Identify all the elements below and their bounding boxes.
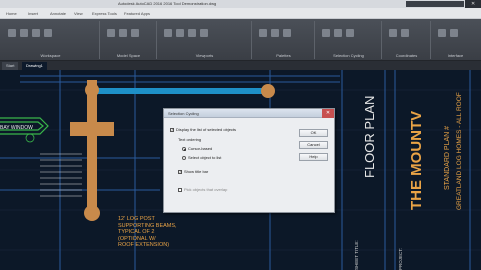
help-button[interactable]: Help	[299, 153, 328, 161]
menu-item-express-tools[interactable]: Express Tools	[92, 8, 117, 19]
dialog-title-bar[interactable]: Selection Cycling ✕	[164, 109, 334, 118]
static-label: Select object to list	[188, 155, 222, 160]
ribbon-group-label: Coordinates	[395, 53, 418, 58]
menu-item-view[interactable]: View	[74, 8, 83, 19]
cursor-option[interactable]: Cursor-based	[182, 146, 212, 152]
sheet-title-label: SHEET TITLE:	[354, 240, 359, 270]
display-cycling-option[interactable]: Display the list of selected objects	[170, 127, 236, 133]
drawing-tabs: Start Drawing1	[0, 61, 481, 70]
title-bar: Autodesk AutoCAD 2016 2016 Tool Demonstr…	[0, 0, 481, 8]
floor-plan-title: FLOOR PLAN	[362, 95, 377, 178]
close-icon[interactable]: ✕	[322, 109, 334, 118]
post-note: 12' LOG POST SUPPORTING BEAMS, TYPICAL O…	[118, 216, 177, 249]
cycle-overlap-option[interactable]: Pick objects that overlap	[178, 187, 227, 193]
ribbon-group-label: Workspace	[40, 53, 61, 58]
cycle-overlap-checkbox[interactable]	[178, 187, 182, 192]
display-cycling-checkbox[interactable]	[170, 127, 174, 133]
tab-start[interactable]: Start	[2, 62, 19, 70]
post-circle-top	[85, 83, 99, 97]
cancel-button[interactable]: Cancel	[299, 141, 328, 149]
ok-button[interactable]: OK	[299, 129, 328, 137]
post-note-line: ROOF EXTENSION)	[118, 242, 170, 248]
static-radio[interactable]	[182, 155, 186, 160]
interface-icons	[436, 25, 475, 45]
ribbon-group-label: Interface	[447, 53, 464, 58]
show-title-label: Show title bar	[184, 169, 209, 174]
show-title-option[interactable]: Show title bar	[178, 169, 208, 175]
ribbon-group-label: Selection Cycling	[333, 53, 364, 58]
ribbon-group-model-space[interactable]: Model Space	[101, 21, 157, 59]
post-bracket	[70, 122, 114, 136]
bay-window-label: BAY WINDOW	[0, 125, 33, 131]
ribbon-group-label: Palettes	[276, 53, 291, 58]
dialog-title: Selection Cycling	[168, 111, 199, 116]
menu-bar: Home Insert Annotate View Express Tools …	[0, 8, 481, 19]
coordinates-icons	[387, 25, 426, 45]
model-space-icons	[105, 25, 152, 45]
menu-item-annotate[interactable]: Annotate	[50, 8, 66, 19]
window-controls: ✕	[465, 0, 481, 8]
beam-line	[95, 88, 267, 94]
ribbon-group-workspace[interactable]: Workspace	[2, 21, 100, 59]
cursor-label: Cursor-based	[188, 146, 213, 151]
company-label: GREATLAND LOG HOMES - ALL ROOF	[456, 92, 463, 210]
tab-drawing[interactable]: Drawing1	[22, 62, 47, 70]
cycle-overlap-label: Pick objects that overlap	[184, 187, 228, 192]
project-title: THE MOUNTV	[408, 110, 425, 210]
standard-plan-label: STANDARD PLAN #	[444, 125, 451, 190]
ribbon-group-coordinates[interactable]: Coordinates	[383, 21, 431, 59]
static-option[interactable]: Select object to list	[182, 155, 221, 161]
menu-item-home[interactable]: Home	[6, 8, 17, 19]
workspace-icons	[6, 25, 95, 45]
show-title-checkbox[interactable]	[178, 169, 182, 175]
selection-cycling-dialog: Selection Cycling ✕ Display the list of …	[163, 108, 335, 213]
ribbon-group-viewports[interactable]: Viewports	[158, 21, 252, 59]
post-circle-right	[261, 84, 275, 98]
close-icon[interactable]: ✕	[471, 0, 475, 8]
palettes-icons	[257, 25, 310, 45]
ribbon: Workspace Model Space Viewports Palettes…	[0, 19, 481, 61]
ribbon-group-interface[interactable]: Interface	[432, 21, 479, 59]
autocad-window: Autodesk AutoCAD 2016 2016 Tool Demonstr…	[0, 0, 481, 270]
menu-item-insert[interactable]: Insert	[28, 8, 38, 19]
ribbon-group-label: Viewports	[195, 53, 214, 58]
ribbon-group-label: Model Space	[116, 53, 141, 58]
project-label: PROJECT:	[398, 248, 403, 270]
menu-item-featured-apps[interactable]: Featured Apps	[124, 8, 150, 19]
viewports-icons	[162, 25, 247, 45]
window-title: Autodesk AutoCAD 2016 2016 Tool Demonstr…	[118, 1, 217, 6]
ribbon-group-selection-cycling[interactable]: Selection Cycling	[316, 21, 382, 59]
log-post-column	[87, 80, 97, 210]
list-label: Text ordering	[178, 137, 202, 142]
ribbon-group-palettes[interactable]: Palettes	[253, 21, 315, 59]
display-cycling-label: Display the list of selected objects	[176, 127, 237, 132]
cursor-radio[interactable]	[182, 146, 186, 151]
post-circle-bottom	[84, 205, 100, 221]
search-input[interactable]	[406, 1, 464, 7]
window-tag	[25, 133, 35, 143]
selection-cycling-icons	[320, 25, 377, 45]
